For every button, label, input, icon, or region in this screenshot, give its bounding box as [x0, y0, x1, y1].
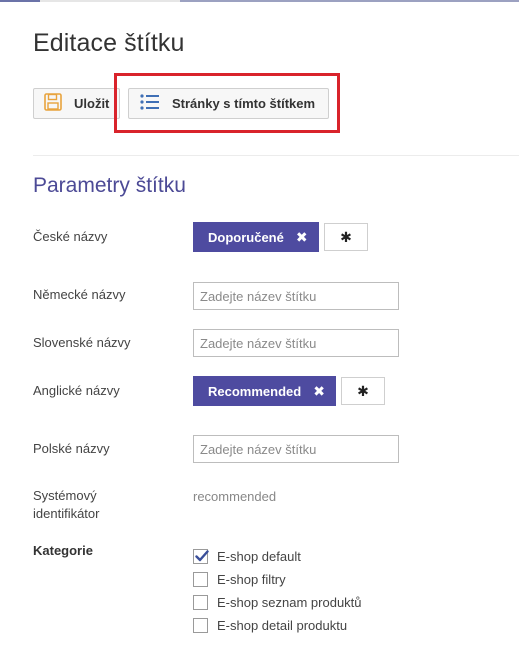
category-label: E-shop detail produktu: [217, 618, 348, 633]
slovak-names-label: Slovenské názvy: [33, 335, 131, 350]
category-item-eshop-default[interactable]: E-shop default: [193, 545, 362, 568]
section-title: Parametry štítku: [33, 174, 186, 197]
floppy-disk-icon: [44, 93, 62, 114]
tag-chip-label: Doporučené: [208, 229, 284, 245]
category-label: E-shop default: [217, 549, 301, 564]
czech-names-label: České názvy: [33, 229, 108, 244]
polish-name-input[interactable]: [193, 435, 399, 463]
tag-chip-label: Recommended: [208, 383, 302, 399]
category-label: E-shop seznam produktů: [217, 595, 362, 610]
divider: [33, 155, 519, 156]
add-tag-button[interactable]: ✱: [324, 223, 368, 251]
system-id-label: Systémový identifikátor: [33, 487, 99, 523]
category-item-eshop-detail-produktu[interactable]: E-shop detail produktu: [193, 614, 362, 637]
add-tag-button[interactable]: ✱: [341, 377, 385, 405]
system-id-label-line1: Systémový: [33, 488, 97, 503]
polish-names-label: Polské názvy: [33, 441, 110, 456]
checkbox[interactable]: [193, 618, 208, 633]
asterisk-icon: ✱: [340, 228, 352, 245]
category-item-eshop-filtry[interactable]: E-shop filtry: [193, 568, 362, 591]
category-label: E-shop filtry: [217, 572, 286, 587]
category-item-eshop-seznam-produktu[interactable]: E-shop seznam produktů: [193, 591, 362, 614]
save-button-label: Uložit: [74, 96, 110, 111]
german-names-label: Německé názvy: [33, 287, 126, 302]
highlight-box: [114, 73, 340, 133]
top-border-accent-right: [180, 0, 519, 2]
categories-label: Kategorie: [33, 543, 93, 558]
save-button[interactable]: Uložit: [33, 88, 120, 119]
checkbox[interactable]: [193, 595, 208, 610]
checkbox[interactable]: [193, 572, 208, 587]
slovak-name-input[interactable]: [193, 329, 399, 357]
tag-chip-recommended[interactable]: Recommended ✖: [193, 376, 336, 406]
page-title: Editace štítku: [33, 29, 185, 57]
checkbox-checked[interactable]: [193, 549, 209, 564]
system-id-label-line2: identifikátor: [33, 506, 100, 521]
german-name-input[interactable]: [193, 282, 399, 310]
remove-tag-icon[interactable]: ✖: [296, 229, 308, 246]
top-border: [0, 0, 519, 2]
english-names-label: Anglické názvy: [33, 383, 120, 398]
system-id-value: recommended: [193, 489, 277, 504]
category-list: E-shop default E-shop filtry E-shop sezn…: [193, 545, 362, 637]
asterisk-icon: ✱: [357, 382, 369, 399]
top-border-accent: [0, 0, 40, 2]
remove-tag-icon[interactable]: ✖: [313, 383, 325, 400]
tag-chip-doporucene[interactable]: Doporučené ✖: [193, 222, 319, 252]
